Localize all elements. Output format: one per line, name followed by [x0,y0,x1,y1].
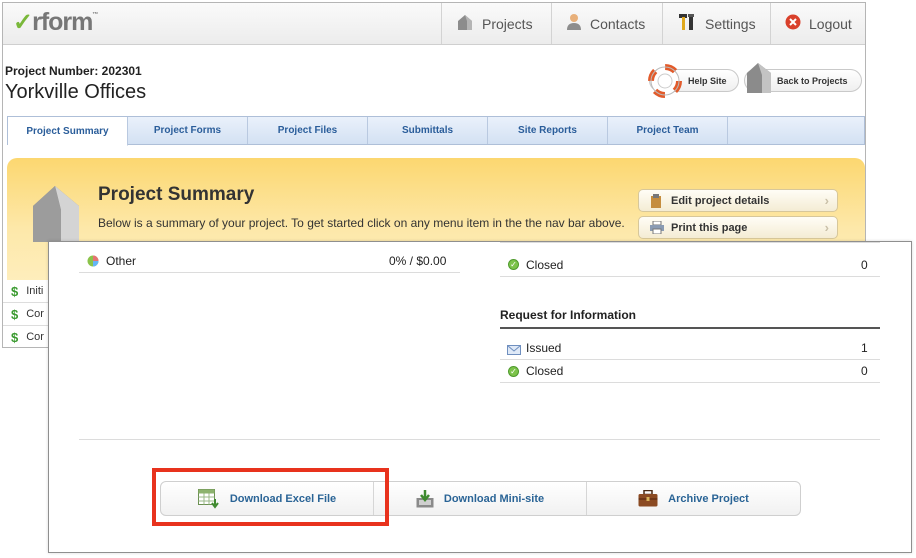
pie-chart-icon [87,254,99,272]
nav-settings[interactable]: Settings [662,3,770,44]
house-icon [29,180,85,249]
logo-trademark: ™ [92,12,98,18]
back-to-projects-label: Back to Projects [777,75,848,86]
logo-text: rform [32,8,93,36]
nav-projects-label: Projects [482,15,533,32]
tools-icon [677,12,697,35]
rfi-closed-count: 0 [861,364,868,378]
download-excel-label: Download Excel File [229,492,337,505]
tab-project-summary[interactable]: Project Summary [8,117,128,146]
tab-project-files[interactable]: Project Files [248,117,368,144]
download-minisite-label: Download Mini-site [443,492,545,505]
download-tray-icon [416,489,434,508]
cost-row-label: Cor [26,308,44,320]
app-logo[interactable]: ✓rform™ [13,8,98,37]
top-nav-bar: ✓rform™ Projects Contacts Settings Logou… [3,3,865,45]
project-tabs: Project Summary Project Forms Project Fi… [7,116,865,146]
nav-contacts[interactable]: Contacts [551,3,662,44]
rfi-closed-label[interactable]: Closed [526,364,563,378]
dollar-icon: $ [11,306,19,322]
logo-check-icon: ✓ [13,9,33,36]
dollar-icon: $ [11,329,19,345]
print-page-button[interactable]: Print this page › [638,216,838,239]
chevron-right-icon: › [824,220,829,235]
cost-row-label: Initi [26,285,44,297]
nav-projects[interactable]: Projects [441,3,551,44]
project-actions-bar: Download Excel File Download Mini-site A… [160,481,801,516]
download-minisite-button[interactable]: Download Mini-site [374,482,587,515]
tab-project-forms[interactable]: Project Forms [128,117,248,144]
briefcase-icon [638,490,658,507]
clipboard-icon [650,194,662,211]
tab-project-team[interactable]: Project Team [608,117,728,144]
back-to-projects-button[interactable]: Back to Projects [744,63,862,93]
tab-submittals[interactable]: Submittals [368,117,488,144]
project-title: Yorkville Offices [5,81,147,103]
cost-row-label: Cor [26,331,44,343]
spreadsheet-download-icon [197,488,220,509]
print-page-label: Print this page [671,221,748,234]
divider [79,439,880,440]
nav-contacts-label: Contacts [590,15,646,32]
divider [500,276,880,277]
close-circle-icon [785,14,801,33]
house-icon [456,13,474,34]
printer-icon [650,220,664,237]
download-excel-button[interactable]: Download Excel File [161,482,374,515]
project-number: Project Number: 202301 [5,64,142,78]
nav-settings-label: Settings [705,15,756,32]
help-site-button[interactable]: Help Site [648,64,739,98]
lifebuoy-icon [648,64,682,100]
help-site-label: Help Site [688,75,727,86]
chevron-right-icon: › [824,193,829,208]
status-closed-label: Closed [526,258,564,272]
nav-logout[interactable]: Logout [770,3,865,44]
rfi-heading: Request for Information [500,308,637,322]
divider [500,382,880,383]
summary-description: Below is a summary of your project. To g… [98,216,625,230]
nav-logout-label: Logout [809,15,852,32]
house-icon [745,61,775,97]
divider [500,242,880,243]
check-circle-icon: ✓ [508,366,519,377]
check-circle-icon: ✓ [508,259,519,270]
divider [500,359,880,360]
archive-project-button[interactable]: Archive Project [587,482,800,515]
project-summary-detail-window: Other 0% / $0.00 ✓ Closed 0 Request for … [48,241,912,553]
tab-site-reports[interactable]: Site Reports [488,117,608,144]
divider [79,272,460,273]
rfi-issued-count: 1 [861,341,868,355]
divider [500,327,880,329]
cost-other-label: Other [106,254,137,268]
edit-project-details-button[interactable]: Edit project details › [638,189,838,212]
person-icon [566,13,582,34]
status-closed-count: 0 [861,258,868,272]
cost-other-value: 0% / $0.00 [389,254,447,268]
edit-project-details-label: Edit project details [671,194,770,207]
rfi-issued-label[interactable]: Issued [526,341,561,355]
summary-title: Project Summary [98,184,255,205]
envelope-icon [507,342,521,360]
archive-project-label: Archive Project [668,492,749,505]
dollar-icon: $ [11,283,19,299]
